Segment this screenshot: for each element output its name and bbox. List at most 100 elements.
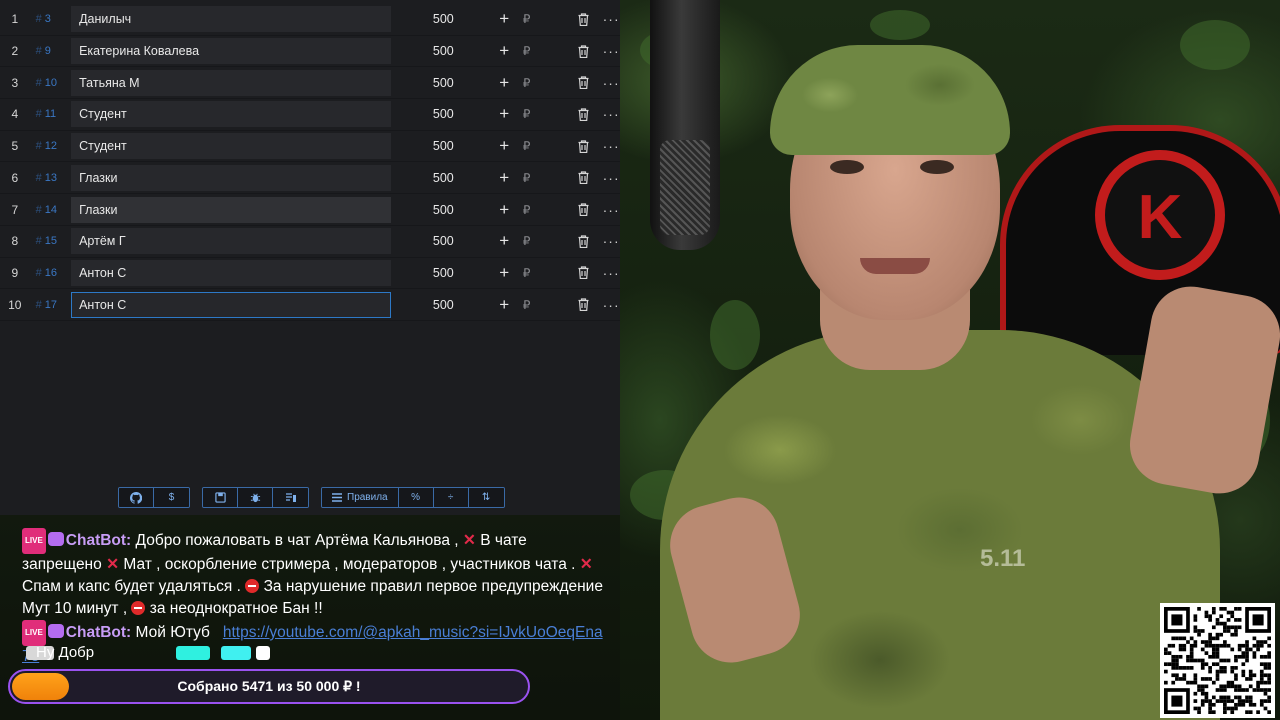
row-number: 5 [11, 139, 19, 154]
rules-button[interactable]: Правила [322, 488, 399, 507]
row-number: 10 [8, 297, 22, 312]
row-number: 4 [11, 107, 19, 122]
hash-symbol: # [35, 171, 42, 184]
delete-button[interactable] [575, 235, 593, 248]
delete-button[interactable] [575, 298, 593, 312]
donation-amount[interactable]: 500 [391, 171, 460, 185]
donor-name-input[interactable]: Данилыч [71, 6, 391, 33]
github-button[interactable] [119, 488, 154, 507]
donor-name-input[interactable]: Глазки [71, 164, 391, 191]
sort-button[interactable]: ⇅ [468, 488, 504, 507]
donor-name-input[interactable]: Татьяна М [71, 69, 391, 96]
currency-symbol: ₽ [522, 44, 531, 59]
donor-name-input[interactable]: Студент [71, 101, 391, 128]
percent-button[interactable]: % [398, 488, 434, 507]
delete-button[interactable] [575, 44, 593, 58]
hash-symbol: # [35, 108, 42, 121]
donor-name-value: Глазки [79, 170, 118, 185]
row-number: 2 [11, 44, 19, 59]
donor-id-value: 14 [44, 203, 57, 216]
donor-id[interactable]: #16 [30, 267, 70, 279]
rules-label: Правила [347, 492, 388, 503]
donor-id-value: 3 [44, 13, 51, 26]
table-row: 2 #9 Екатерина Ковалева 500 + ₽ ··· [0, 36, 620, 68]
more-options-button[interactable]: ··· [602, 297, 620, 313]
more-options-button[interactable]: ··· [602, 265, 620, 281]
currency-symbol: ₽ [522, 202, 531, 217]
donor-id[interactable]: #17 [30, 299, 70, 311]
clear-list-button[interactable] [273, 488, 308, 507]
donor-id-value: 13 [44, 171, 57, 184]
donor-name-input[interactable]: Артём Г [71, 228, 391, 255]
toolbar-group-actions [202, 487, 309, 508]
donation-amount[interactable]: 500 [391, 12, 460, 26]
more-options-button[interactable]: ··· [602, 75, 620, 91]
more-options-button[interactable]: ··· [602, 170, 620, 186]
delete-button[interactable] [575, 13, 593, 26]
save-button[interactable] [203, 488, 238, 507]
trash-icon [578, 171, 589, 185]
donor-id[interactable]: #9 [30, 45, 70, 57]
no-entry-icon [245, 579, 260, 593]
row-number: 1 [11, 12, 19, 27]
donor-name-value: Студент [79, 107, 127, 122]
chat-author: ChatBot: [65, 532, 132, 549]
split-button[interactable]: ÷ [433, 488, 469, 507]
chair-logo: K [1095, 150, 1225, 280]
delete-button[interactable] [575, 266, 593, 280]
donation-amount[interactable]: 500 [391, 298, 460, 312]
more-options-button[interactable]: ··· [602, 202, 620, 218]
donor-id[interactable]: #14 [30, 204, 70, 216]
delete-button[interactable] [575, 108, 593, 121]
github-icon [130, 491, 142, 504]
donor-name-input[interactable]: Антон С [71, 291, 391, 318]
donation-amount[interactable]: 500 [391, 266, 460, 280]
hash-symbol: # [35, 266, 42, 279]
table-row: 8 #15 Артём Г 500 + ₽ ··· [0, 226, 620, 258]
streamer-mouth [860, 258, 930, 274]
more-options-button[interactable]: ··· [602, 43, 620, 59]
more-options-button[interactable]: ··· [602, 106, 620, 122]
delete-button[interactable] [575, 76, 593, 90]
bot-icon [47, 532, 64, 546]
donor-id[interactable]: #15 [30, 235, 70, 247]
toolbar-group-settings: Правила % ÷ ⇅ [321, 487, 505, 508]
donor-name-input[interactable]: Екатерина Ковалева [71, 38, 391, 65]
more-options-button[interactable]: ··· [602, 233, 620, 249]
delete-button[interactable] [575, 203, 593, 217]
donation-amount[interactable]: 500 [391, 234, 460, 248]
delete-button[interactable] [575, 171, 593, 185]
donor-id-value: 16 [44, 266, 57, 279]
donor-name-value: Антон С [79, 297, 127, 312]
donor-name-input[interactable]: Антон С [71, 259, 391, 286]
more-options-button[interactable]: ··· [602, 138, 620, 154]
bug-button[interactable] [238, 488, 273, 507]
donor-id[interactable]: #10 [30, 77, 70, 89]
donation-amount[interactable]: 500 [391, 107, 460, 121]
more-options-button[interactable]: ··· [602, 11, 620, 27]
donation-goal-text: Собрано 5471 из 50 000 ₽ ! [177, 678, 361, 694]
donor-id[interactable]: #12 [30, 140, 70, 152]
donor-id[interactable]: #3 [30, 13, 70, 25]
donation-amount[interactable]: 500 [391, 44, 460, 58]
hash-symbol: # [35, 298, 42, 311]
delete-button[interactable] [575, 140, 593, 153]
chat-text: Мат , оскорбление стримера , модераторов… [123, 556, 576, 573]
donation-amount[interactable]: 500 [391, 203, 460, 217]
row-number: 3 [11, 75, 19, 90]
donation-amount[interactable]: 500 [391, 76, 460, 90]
donate-button[interactable]: $ [154, 488, 189, 507]
donor-name-input[interactable]: Студент [71, 133, 391, 160]
table-row: 1 #3 Данилыч 500 + ₽ ··· [0, 4, 620, 36]
donor-name-input[interactable]: Глазки [71, 196, 391, 223]
cross-icon: ✕ [106, 556, 120, 573]
table-row: 10 #17 Антон С 500 + ₽ ··· [0, 289, 620, 321]
donor-id[interactable]: #13 [30, 172, 70, 184]
streamer-eye [920, 160, 954, 174]
currency-symbol: ₽ [522, 12, 531, 27]
qr-code-image [1164, 607, 1271, 714]
delete-sweep-icon [285, 493, 296, 502]
donation-amount[interactable]: 500 [391, 139, 460, 153]
microphone [650, 0, 720, 250]
donor-id[interactable]: #11 [30, 108, 70, 120]
